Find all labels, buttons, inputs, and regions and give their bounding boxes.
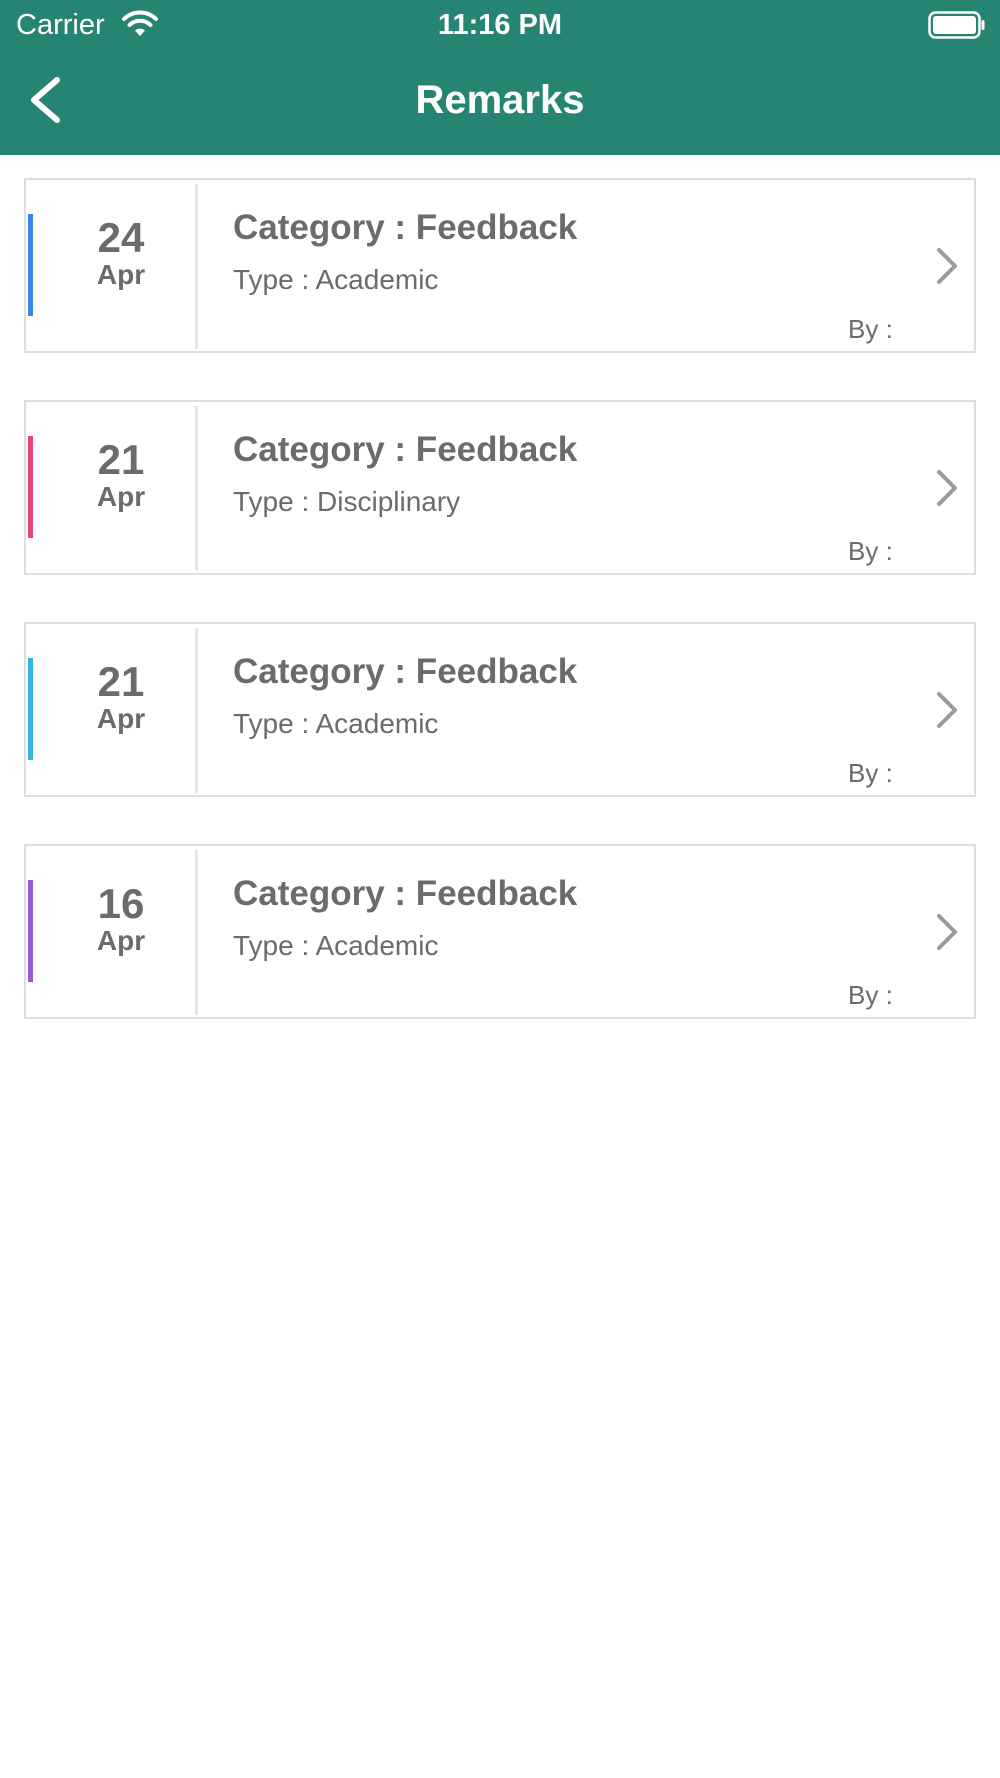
remark-type: Type : Academic xyxy=(233,930,439,961)
chevron-right-icon xyxy=(937,692,957,728)
remark-type: Type : Disciplinary xyxy=(233,486,461,517)
remark-category: Category : Feedback xyxy=(233,874,578,913)
remark-date: 24 Apr xyxy=(26,216,216,290)
divider xyxy=(195,406,198,571)
divider xyxy=(195,850,198,1015)
remark-card[interactable]: 21 Apr Category : Feedback Type : Discip… xyxy=(24,400,976,575)
date-day: 21 xyxy=(97,436,145,483)
divider xyxy=(195,628,198,793)
remark-by: By : xyxy=(848,980,893,1010)
remark-date: 21 Apr xyxy=(26,660,216,734)
remark-type: Type : Academic xyxy=(233,264,439,295)
remark-date: 21 Apr xyxy=(26,438,216,512)
remark-type: Type : Academic xyxy=(233,708,439,739)
chevron-right-icon xyxy=(937,914,957,950)
date-month: Apr xyxy=(96,925,146,956)
remark-by: By : xyxy=(848,314,893,344)
divider xyxy=(195,184,198,349)
remark-by: By : xyxy=(848,536,893,566)
page-title: Remarks xyxy=(415,78,585,122)
date-month: Apr xyxy=(96,481,146,512)
remarks-list: 24 Apr Category : Feedback Type : Academ… xyxy=(24,178,976,1066)
battery-icon xyxy=(928,11,985,39)
remark-date: 16 Apr xyxy=(26,882,216,956)
remark-card[interactable]: 16 Apr Category : Feedback Type : Academ… xyxy=(24,844,976,1019)
navigation-bar: Remarks xyxy=(0,50,1000,155)
remark-card[interactable]: 21 Apr Category : Feedback Type : Academ… xyxy=(24,622,976,797)
chevron-right-icon xyxy=(937,470,957,506)
date-day: 21 xyxy=(97,658,145,705)
remark-card[interactable]: 24 Apr Category : Feedback Type : Academ… xyxy=(24,178,976,353)
app-header: Carrier 11:16 PM Remarks xyxy=(0,0,1000,155)
chevron-right-icon xyxy=(937,248,957,284)
remark-category: Category : Feedback xyxy=(233,208,578,247)
date-month: Apr xyxy=(96,703,146,734)
date-month: Apr xyxy=(96,259,146,290)
remark-category: Category : Feedback xyxy=(233,652,578,691)
remark-by: By : xyxy=(848,758,893,788)
status-time: 11:16 PM xyxy=(437,9,563,41)
remark-category: Category : Feedback xyxy=(233,430,578,469)
date-day: 24 xyxy=(97,214,145,261)
status-bar: Carrier 11:16 PM xyxy=(0,0,1000,50)
date-day: 16 xyxy=(97,880,145,927)
